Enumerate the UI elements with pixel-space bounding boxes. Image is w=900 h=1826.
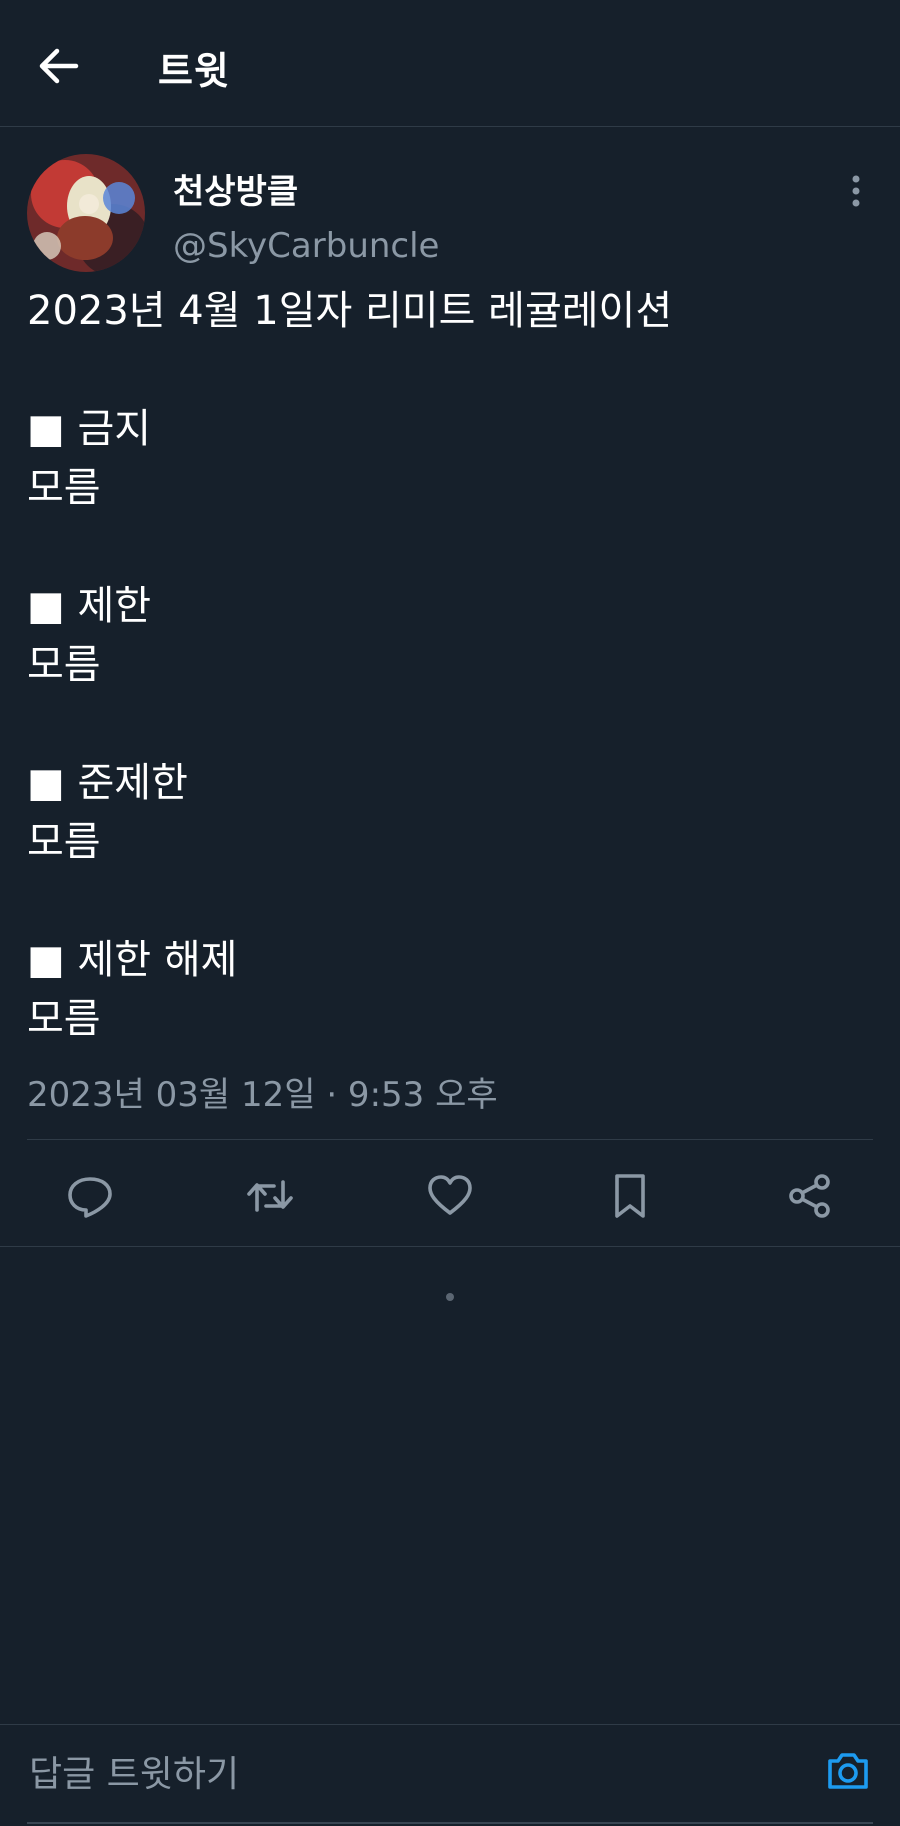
retweet-button[interactable] [244,1170,296,1222]
divider [27,1139,873,1140]
author-display-name[interactable]: 천상방클 [173,164,298,213]
tweet-text: 2023년 4월 1일자 리미트 레귤레이션 ■ 금지 모름 ■ 제한 모름 ■… [27,288,673,1042]
tweet-timestamp[interactable]: 2023년 03월 12일 · 9:53 오후 [27,1067,498,1116]
arrow-left-icon [39,48,79,84]
reply-input-underline [27,1822,873,1824]
reply-icon [68,1177,112,1218]
bookmark-icon [615,1174,645,1218]
heart-icon [428,1175,472,1215]
avatar[interactable] [27,154,145,272]
reply-bar [0,1724,900,1826]
more-vertical-icon [852,175,860,207]
avatar-image [27,154,145,272]
divider [0,1246,900,1247]
share-icon [789,1174,830,1218]
more-options-button[interactable] [840,170,872,214]
share-button[interactable] [784,1170,836,1222]
retweet-icon [247,1180,293,1212]
loading-indicator [446,1293,454,1301]
camera-button[interactable] [822,1745,874,1797]
reply-button[interactable] [64,1170,116,1222]
page-title: 트윗 [158,49,230,93]
camera-icon [828,1753,868,1789]
like-button[interactable] [424,1170,476,1222]
bookmark-button[interactable] [604,1170,656,1222]
back-button[interactable] [36,44,88,88]
top-app-bar: 트윗 [0,0,900,127]
author-handle[interactable]: @SkyCarbuncle [173,226,439,266]
reply-input[interactable] [27,1745,791,1803]
